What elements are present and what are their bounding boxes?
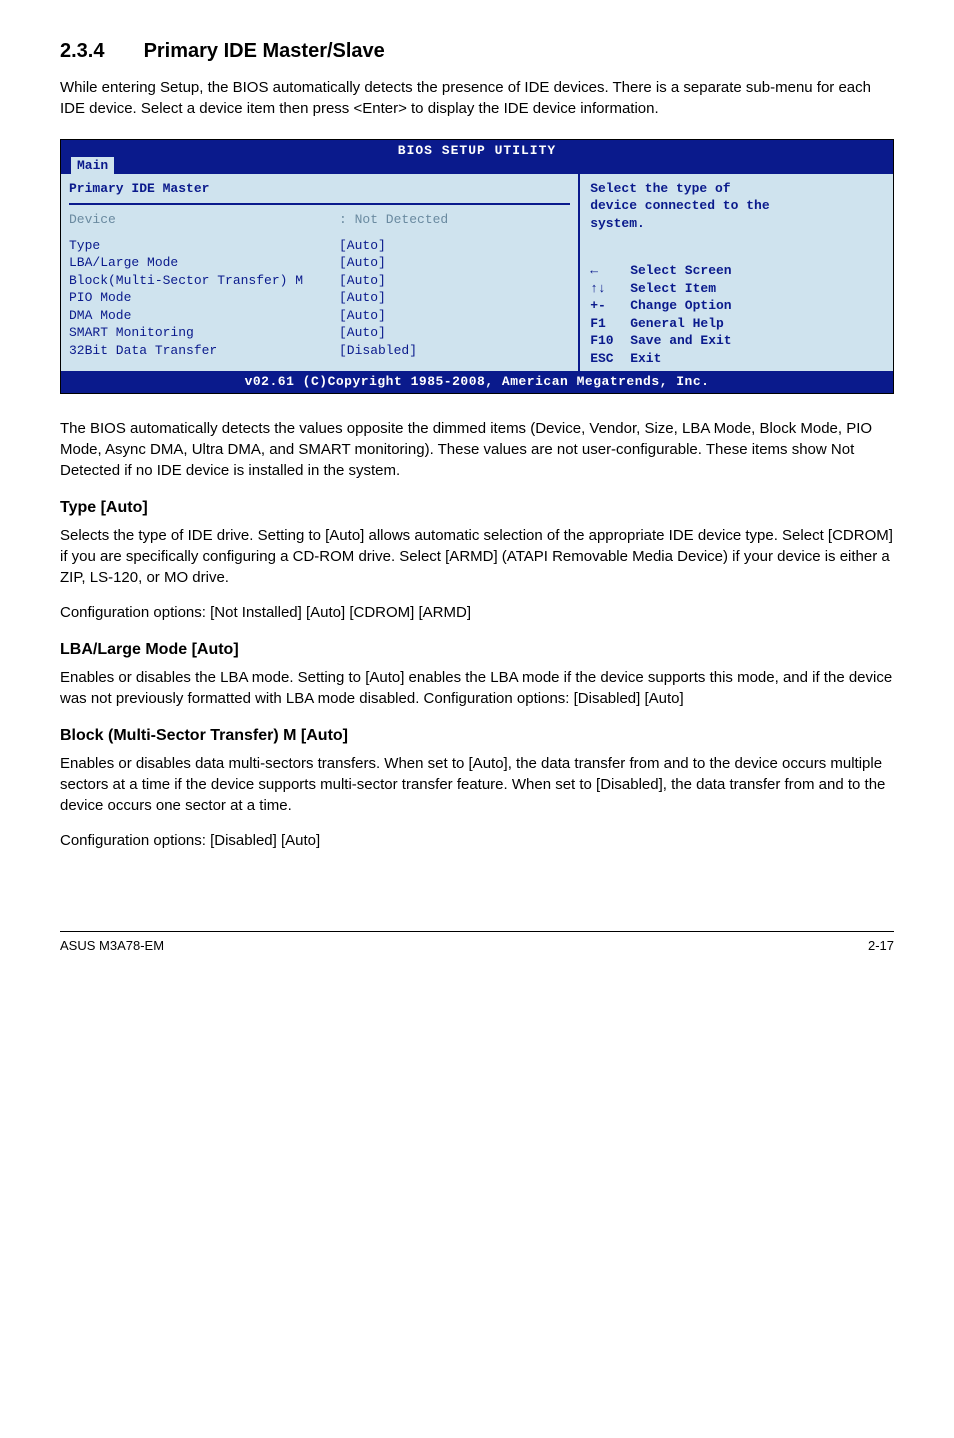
bios-left-panel: Primary IDE Master Device : Not Detected… (61, 174, 578, 372)
bios-setting-label: LBA/Large Mode (69, 254, 339, 272)
paragraph: Enables or disables data multi-sectors t… (60, 753, 894, 816)
bios-device-label: Device (69, 211, 339, 229)
paragraph: Configuration options: [Not Installed] [… (60, 602, 894, 623)
section-title: Primary IDE Master/Slave (144, 40, 385, 62)
bios-help-line: Select the type of (590, 180, 885, 198)
bios-divider (69, 203, 570, 205)
bios-title: BIOS SETUP UTILITY (398, 143, 556, 158)
bios-device-row: Device : Not Detected (69, 211, 570, 229)
paragraph: Configuration options: [Disabled] [Auto] (60, 830, 894, 851)
bios-help-text: Select the type of device connected to t… (590, 180, 885, 233)
bios-nav-label: Select Item (630, 280, 716, 298)
bios-footer: v02.61 (C)Copyright 1985-2008, American … (61, 371, 893, 393)
bios-nav-label: Save and Exit (630, 332, 731, 350)
bios-nav-label: Select Screen (630, 262, 731, 280)
bios-setting-label: SMART Monitoring (69, 324, 339, 342)
intro-paragraph: While entering Setup, the BIOS automatic… (60, 77, 894, 119)
bios-setting-row[interactable]: Type [Auto] (69, 237, 570, 255)
bios-nav-key: ESC (590, 350, 630, 368)
page-footer: ASUS M3A78-EM 2-17 (60, 931, 894, 953)
bios-setting-row[interactable]: PIO Mode [Auto] (69, 289, 570, 307)
arrow-left-icon: ← (590, 262, 630, 280)
bios-nav-label: Change Option (630, 297, 731, 315)
bios-nav-label: Exit (630, 350, 661, 368)
section-number: 2.3.4 (60, 40, 138, 63)
subheading-block: Block (Multi-Sector Transfer) M [Auto] (60, 727, 894, 745)
bios-nav-help: ← Select Screen ↑↓ Select Item +- Change… (590, 232, 885, 367)
bios-setting-value: [Auto] (339, 254, 570, 272)
bios-setting-row[interactable]: DMA Mode [Auto] (69, 307, 570, 325)
paragraph-after-bios: The BIOS automatically detects the value… (60, 418, 894, 481)
subheading-lba: LBA/Large Mode [Auto] (60, 641, 894, 659)
paragraph: Enables or disables the LBA mode. Settin… (60, 667, 894, 709)
bios-nav-label: General Help (630, 315, 724, 333)
bios-setting-value: [Auto] (339, 272, 570, 290)
bios-setting-value: [Auto] (339, 324, 570, 342)
bios-nav-row: F10 Save and Exit (590, 332, 885, 350)
bios-setting-value: [Auto] (339, 289, 570, 307)
bios-device-value: : Not Detected (339, 211, 570, 229)
bios-help-line: system. (590, 215, 885, 233)
bios-nav-row: ↑↓ Select Item (590, 280, 885, 298)
section-heading: 2.3.4 Primary IDE Master/Slave (60, 40, 894, 63)
bios-nav-key: F10 (590, 332, 630, 350)
bios-tab-main: Main (71, 157, 114, 175)
bios-nav-key: F1 (590, 315, 630, 333)
bios-setting-label: PIO Mode (69, 289, 339, 307)
paragraph: Selects the type of IDE drive. Setting t… (60, 525, 894, 588)
bios-setting-row[interactable]: 32Bit Data Transfer [Disabled] (69, 342, 570, 360)
bios-body: Primary IDE Master Device : Not Detected… (61, 174, 893, 372)
bios-panel-title: Primary IDE Master (69, 180, 570, 202)
bios-setting-label: Type (69, 237, 339, 255)
bios-setting-row[interactable]: LBA/Large Mode [Auto] (69, 254, 570, 272)
bios-screenshot: BIOS SETUP UTILITY Main Primary IDE Mast… (60, 139, 894, 394)
bios-setting-value: [Auto] (339, 307, 570, 325)
bios-setting-value: [Disabled] (339, 342, 570, 360)
bios-setting-value: [Auto] (339, 237, 570, 255)
footer-right: 2-17 (868, 938, 894, 953)
footer-left: ASUS M3A78-EM (60, 938, 164, 953)
bios-setting-label: Block(Multi-Sector Transfer) M (69, 272, 339, 290)
bios-nav-row: ESC Exit (590, 350, 885, 368)
plus-minus-icon: +- (590, 297, 630, 315)
bios-nav-row: F1 General Help (590, 315, 885, 333)
bios-setting-row[interactable]: Block(Multi-Sector Transfer) M [Auto] (69, 272, 570, 290)
bios-nav-row: +- Change Option (590, 297, 885, 315)
bios-nav-row: ← Select Screen (590, 262, 885, 280)
bios-titlebar: BIOS SETUP UTILITY Main (61, 140, 893, 174)
bios-setting-row[interactable]: SMART Monitoring [Auto] (69, 324, 570, 342)
bios-setting-label: 32Bit Data Transfer (69, 342, 339, 360)
arrow-updown-icon: ↑↓ (590, 280, 630, 298)
bios-setting-label: DMA Mode (69, 307, 339, 325)
subheading-type: Type [Auto] (60, 499, 894, 517)
bios-right-panel: Select the type of device connected to t… (578, 174, 893, 372)
bios-help-line: device connected to the (590, 197, 885, 215)
